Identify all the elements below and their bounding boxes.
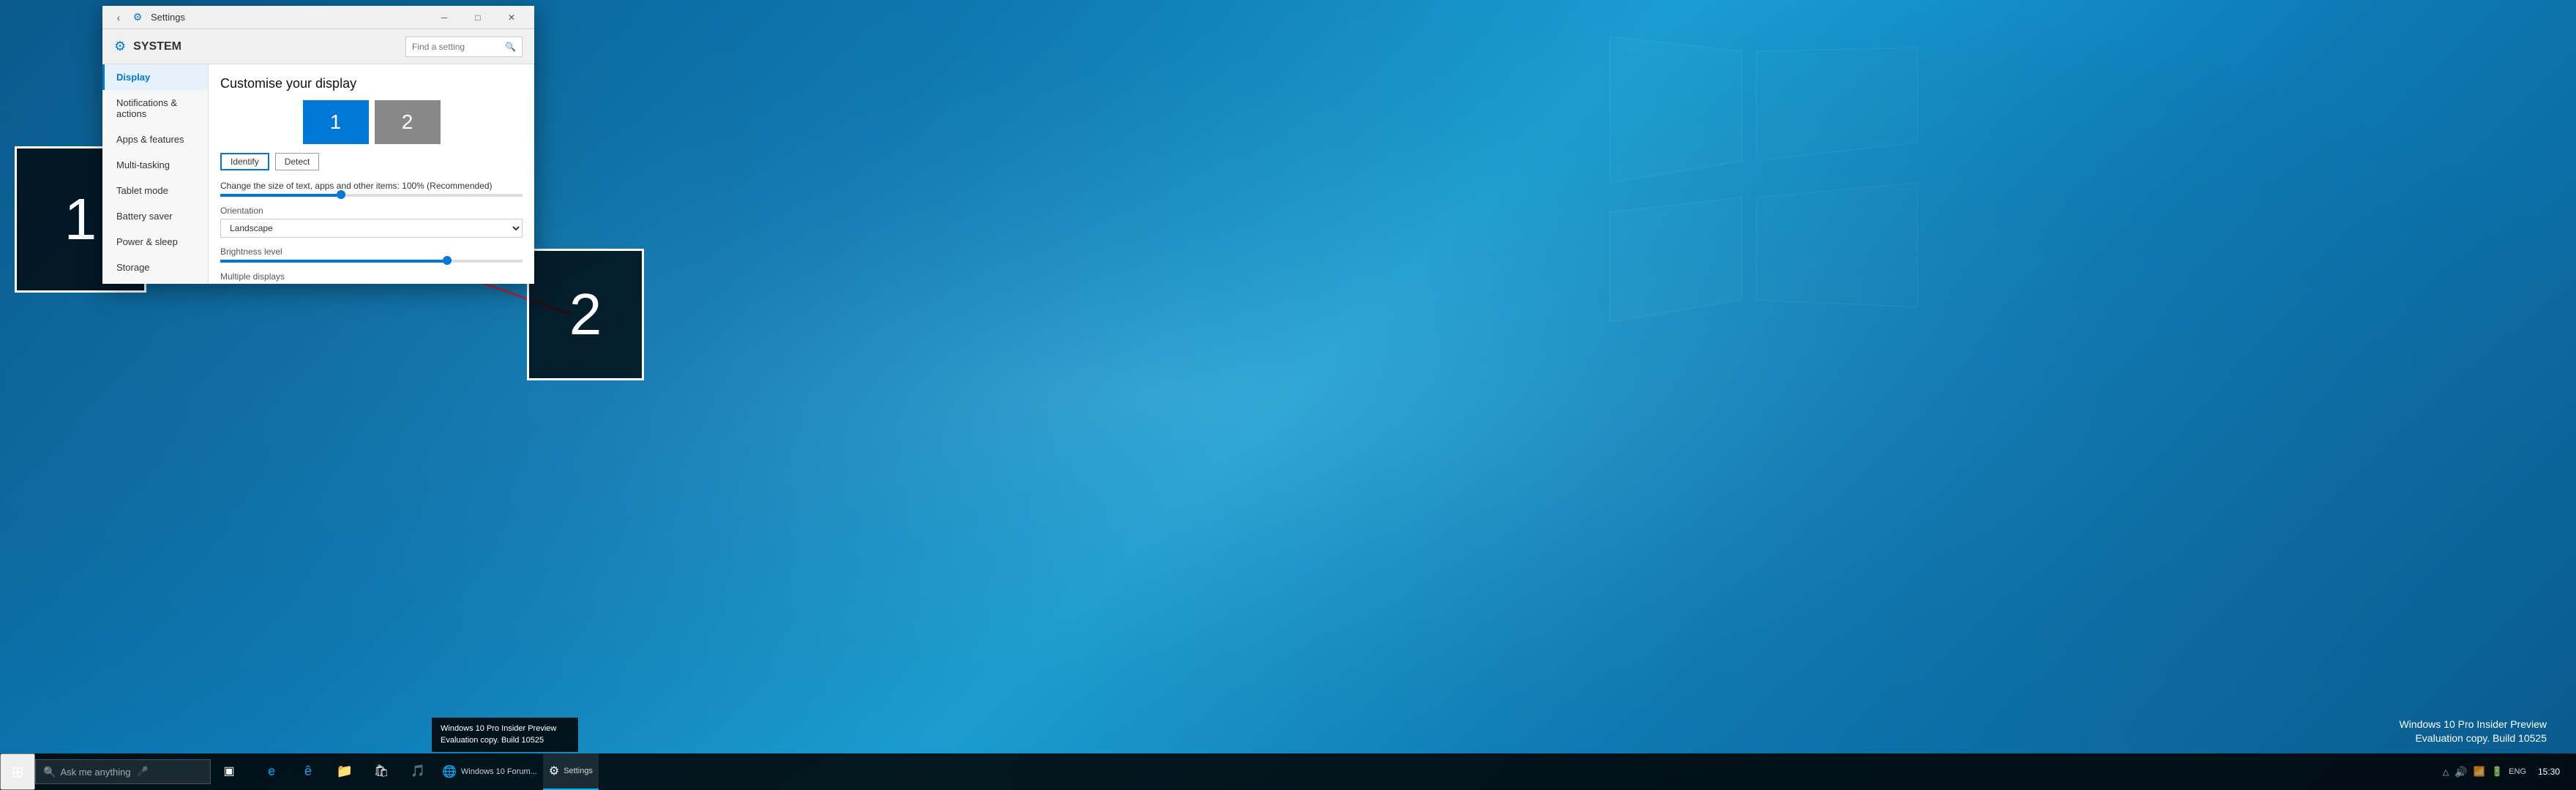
monitor-preview-2[interactable]: 2 xyxy=(375,100,441,144)
volume-icon[interactable]: 🔊 xyxy=(2455,766,2467,778)
start-icon: ⊞ xyxy=(12,763,24,781)
tray-chevron-icon[interactable]: △ xyxy=(2443,767,2449,777)
monitor-preview-1[interactable]: 1 xyxy=(303,100,369,144)
mic-icon: 🎤 xyxy=(137,766,149,778)
taskbar: ⊞ 🔍 Ask me anything 🎤 ▣ e ê 📁 🛍 🎵 xyxy=(0,753,2576,790)
nav-item-power[interactable]: Power & sleep xyxy=(102,229,208,255)
display-actions: Identify Detect xyxy=(220,153,523,170)
nav-item-battery[interactable]: Battery saver xyxy=(102,203,208,229)
store-icon: 🛍 xyxy=(374,764,389,778)
taskbar-app-store[interactable]: 🛍 xyxy=(363,753,400,790)
orientation-section: Orientation Landscape Portrait Landscape… xyxy=(220,206,523,238)
taskbar-search-text: Ask me anything xyxy=(60,767,130,778)
settings-header-title: SYSTEM xyxy=(133,40,181,53)
notification-tooltip: Windows 10 Pro Insider Preview Evaluatio… xyxy=(432,718,578,752)
edge-icon: e xyxy=(268,764,275,779)
close-button[interactable]: ✕ xyxy=(495,6,528,29)
tray-icons: △ 🔊 📶 🔋 ENG xyxy=(2443,766,2526,778)
nav-item-offline[interactable]: Offline maps xyxy=(102,280,208,284)
taskbar-app-edge[interactable]: e xyxy=(253,753,290,790)
network-icon[interactable]: 📶 xyxy=(2474,766,2485,778)
explorer-icon: 📁 xyxy=(337,764,353,779)
forum-label: Windows 10 Forum... xyxy=(461,767,537,776)
window-icon: ⚙ xyxy=(129,9,146,26)
win-info-line2: Evaluation copy. Build 10525 xyxy=(2399,731,2547,746)
brightness-section: Brightness level xyxy=(220,247,523,263)
lang-label[interactable]: ENG xyxy=(2509,767,2526,776)
win-info-line1: Windows 10 Pro Insider Preview xyxy=(2399,718,2547,732)
task-view-button[interactable]: ▣ xyxy=(211,753,247,790)
forum-icon: 🌐 xyxy=(442,764,457,779)
nav-item-tablet[interactable]: Tablet mode xyxy=(102,178,208,203)
ie-icon: ê xyxy=(304,764,312,779)
brightness-thumb xyxy=(443,256,452,265)
taskbar-app-media[interactable]: 🎵 xyxy=(400,753,436,790)
taskbar-app-settings[interactable]: ⚙ Settings xyxy=(543,753,599,790)
search-icon: 🔍 xyxy=(505,42,516,52)
notification-line1: Windows 10 Pro Insider Preview xyxy=(441,723,569,734)
taskbar-search[interactable]: 🔍 Ask me anything 🎤 xyxy=(35,759,211,784)
identify-button[interactable]: Identify xyxy=(220,153,269,170)
scale-slider[interactable] xyxy=(220,194,523,197)
detect-button[interactable]: Detect xyxy=(275,153,320,170)
desktop-monitor-2-label: 2 xyxy=(527,249,644,380)
battery-icon[interactable]: 🔋 xyxy=(2491,766,2503,778)
display-preview: 1 2 xyxy=(220,100,523,144)
taskbar-app-forum[interactable]: 🌐 Windows 10 Forum... xyxy=(436,753,543,790)
brightness-label: Brightness level xyxy=(220,247,523,257)
minimize-button[interactable]: ─ xyxy=(427,6,461,29)
windows-info: Windows 10 Pro Insider Preview Evaluatio… xyxy=(2399,718,2547,746)
scale-slider-thumb xyxy=(337,190,345,199)
settings-header: ⚙ SYSTEM 🔍 xyxy=(102,29,534,64)
start-button[interactable]: ⊞ xyxy=(0,753,35,790)
taskbar-tray: △ 🔊 📶 🔋 ENG 15:30 xyxy=(2443,766,2576,778)
multiple-displays-section: Multiple displays Duplicate these displa… xyxy=(220,271,523,284)
clock-time: 15:30 xyxy=(2538,766,2560,778)
settings-search-box[interactable]: 🔍 xyxy=(405,37,523,57)
window-controls: ─ □ ✕ xyxy=(427,6,528,29)
settings-label: Settings xyxy=(564,767,593,775)
nav-item-display[interactable]: Display xyxy=(102,64,208,90)
taskbar-search-icon: 🔍 xyxy=(43,766,56,778)
display-settings-panel: Customise your display 1 2 Identify Dete… xyxy=(209,64,534,284)
media-icon: 🎵 xyxy=(411,764,425,778)
window-title: Settings xyxy=(151,12,427,23)
brightness-slider[interactable] xyxy=(220,260,523,263)
titlebar: ‹ ⚙ Settings ─ □ ✕ xyxy=(102,6,534,29)
settings-nav: Display Notifications & actions Apps & f… xyxy=(102,64,209,284)
scale-section: Change the size of text, apps and other … xyxy=(220,181,523,197)
page-title: Customise your display xyxy=(220,76,523,91)
taskbar-apps: e ê 📁 🛍 🎵 🌐 Windows 10 Forum... ⚙ Settin… xyxy=(253,753,599,790)
nav-item-storage[interactable]: Storage xyxy=(102,255,208,280)
orientation-select[interactable]: Landscape Portrait Landscape (flipped) P… xyxy=(220,219,523,238)
back-button[interactable]: ‹ xyxy=(108,7,129,28)
nav-item-apps[interactable]: Apps & features xyxy=(102,127,208,152)
nav-item-multitasking[interactable]: Multi-tasking xyxy=(102,152,208,178)
multiple-displays-label: Multiple displays xyxy=(220,271,523,282)
maximize-button[interactable]: □ xyxy=(461,6,495,29)
nav-item-notifications[interactable]: Notifications & actions xyxy=(102,90,208,127)
settings-window: ‹ ⚙ Settings ─ □ ✕ ⚙ SYSTEM 🔍 Display No… xyxy=(102,6,534,284)
scale-slider-track xyxy=(220,194,341,197)
settings-header-icon: ⚙ xyxy=(114,39,126,54)
settings-content: Display Notifications & actions Apps & f… xyxy=(102,64,534,284)
taskbar-app-ie[interactable]: ê xyxy=(290,753,326,790)
taskbar-app-explorer[interactable]: 📁 xyxy=(326,753,363,790)
settings-search-input[interactable] xyxy=(412,42,505,52)
task-view-icon: ▣ xyxy=(223,764,234,778)
settings-taskbar-icon: ⚙ xyxy=(549,764,559,778)
taskbar-clock[interactable]: 15:30 xyxy=(2529,766,2569,778)
notification-line2: Evaluation copy. Build 10525 xyxy=(441,735,569,746)
orientation-label: Orientation xyxy=(220,206,523,216)
scale-label: Change the size of text, apps and other … xyxy=(220,181,523,191)
